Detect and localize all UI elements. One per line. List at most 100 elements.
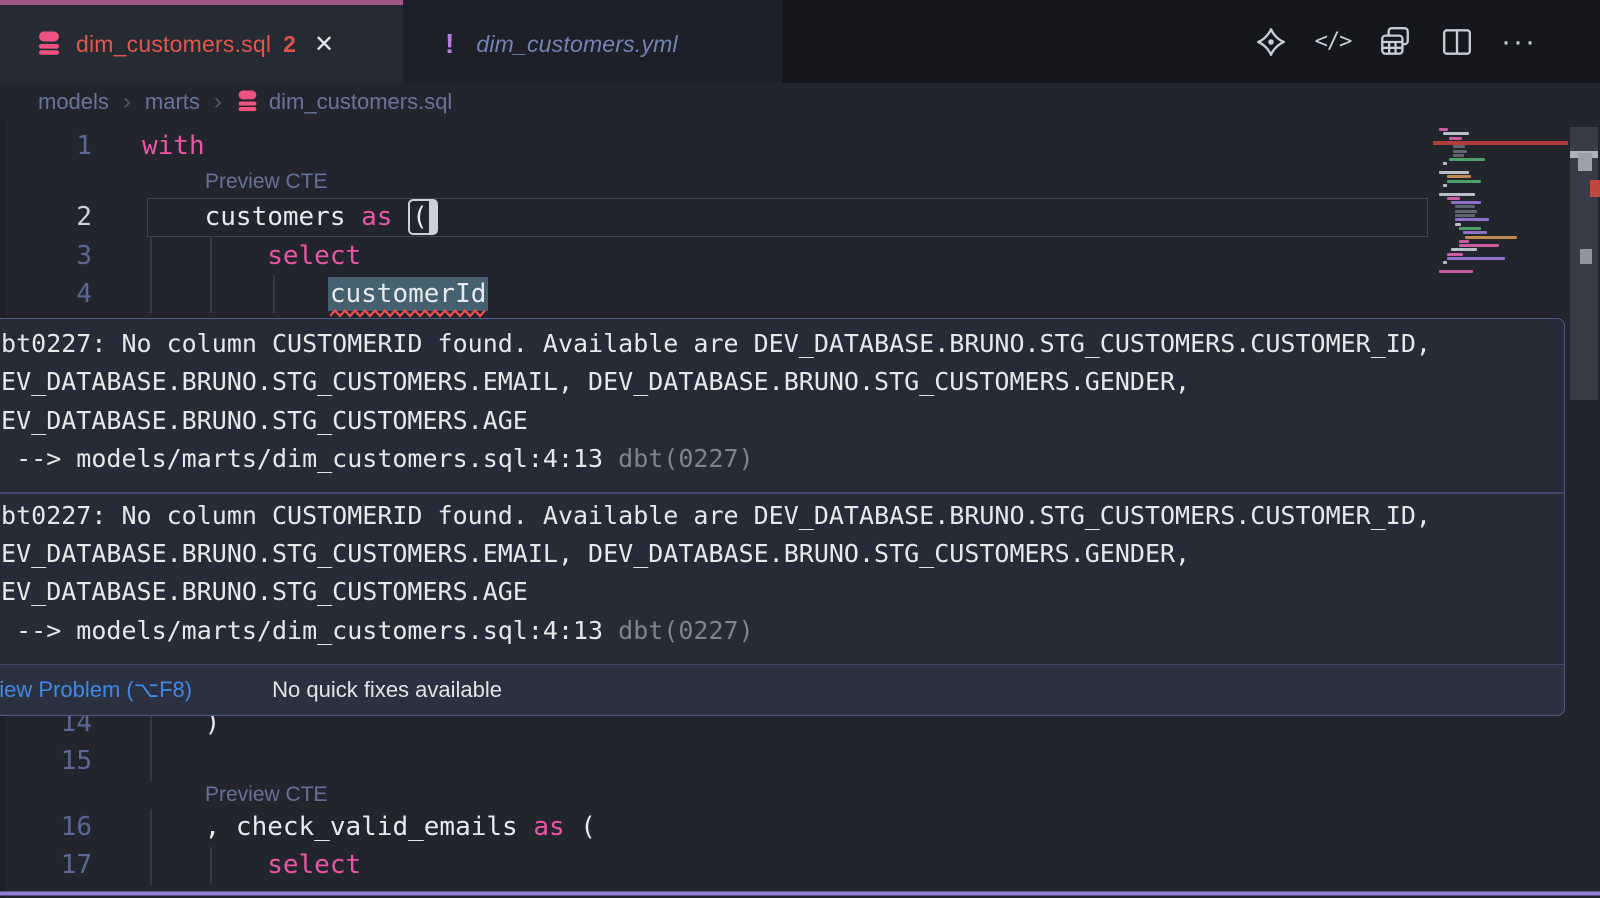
code-line-2[interactable]: 2 customers as ( <box>0 198 1600 236</box>
indent-guide <box>210 236 212 313</box>
dbt-power-user-icon[interactable] <box>1253 24 1289 60</box>
minimap-code-line <box>1463 231 1487 234</box>
view-problem-link[interactable]: View Problem (⌥F8) <box>0 677 192 703</box>
code-text: , check_valid_emails as ( <box>142 808 596 846</box>
code-line-4[interactable]: 4 customerId <box>0 275 1600 313</box>
problem-hover-popup: dbt0227: No column CUSTOMERID found. Ava… <box>0 318 1565 716</box>
query-results-icon[interactable] <box>1377 24 1413 60</box>
minimap-code-line <box>1453 150 1467 153</box>
minimap-code-line <box>1455 223 1461 226</box>
tab-dim-customers-sql[interactable]: dim_customers.sql 2 ✕ <box>0 0 403 83</box>
code-text: select <box>142 846 361 884</box>
hover-status-bar: View Problem (⌥F8) No quick fixes availa… <box>0 664 1564 715</box>
database-file-icon <box>236 89 259 115</box>
minimap-code-line <box>1439 128 1448 131</box>
minimap-code-line <box>1447 257 1505 260</box>
ruler-mark-selection <box>1578 153 1592 171</box>
indent-guide <box>150 236 152 313</box>
code-text: customers as ( <box>142 198 438 236</box>
editor-scrollbar[interactable] <box>1570 127 1598 400</box>
line-number: 15 <box>0 742 92 780</box>
line-number: 3 <box>0 237 92 275</box>
code-text: select <box>142 237 361 275</box>
line-number: 4 <box>0 275 92 313</box>
problem-file-location[interactable]: --> models/marts/dim_customers.sql:4:13 <box>0 444 618 473</box>
minimap-code-line <box>1465 236 1517 239</box>
problem-message-line: dbt0227: No column CUSTOMERID found. Ava… <box>0 497 1559 535</box>
code-text: customerId <box>142 275 486 313</box>
minimap-code-line <box>1459 240 1469 243</box>
minimap-code-line <box>1447 253 1463 256</box>
problem-message: dbt0227: No column CUSTOMERID found. Ava… <box>0 322 1559 492</box>
breadcrumb-file[interactable]: dim_customers.sql <box>236 89 452 115</box>
minimap-code-line <box>1451 248 1477 251</box>
tab-problems-badge: 2 <box>283 31 296 58</box>
minimap-code-line <box>1443 162 1447 165</box>
minimap-code-line <box>1455 214 1475 217</box>
minimap-code-line <box>1443 184 1447 187</box>
code-line-3[interactable]: 3 select <box>0 237 1600 275</box>
tab-dim-customers-yml[interactable]: ! dim_customers.yml <box>403 0 782 83</box>
problem-location-line: --> models/marts/dim_customers.sql:4:13 … <box>0 612 1559 650</box>
database-file-icon <box>36 30 62 59</box>
minimap-code-line <box>1449 137 1462 140</box>
code-line-16[interactable]: 16 , check_valid_emails as ( <box>0 808 1600 846</box>
minimap-code-line <box>1439 171 1469 174</box>
codelens-preview-cte[interactable]: Preview CTE <box>205 784 328 805</box>
code-lines-top: 1withPreview CTE2 customers as (3 select… <box>0 127 1600 314</box>
code-lines-bottom: 14 )15Preview CTE16 , check_valid_emails… <box>0 704 1600 885</box>
minimap-code-line <box>1443 261 1447 264</box>
code-line-15[interactable]: 15 <box>0 742 1600 780</box>
line-number: 17 <box>0 846 92 884</box>
line-number: 1 <box>0 127 92 165</box>
problem-file-location[interactable]: --> models/marts/dim_customers.sql:4:13 <box>0 616 618 645</box>
panel-sash-divider[interactable] <box>0 891 1600 896</box>
minimap-code-line <box>1447 180 1481 183</box>
minimap-code-line <box>1455 205 1475 208</box>
problem-error-code[interactable]: dbt(0227) <box>618 444 753 473</box>
editor-actions-toolbar: </> ··· <box>1253 0 1600 83</box>
codelens-row: Preview CTE <box>0 165 1600 198</box>
minimap-code-line <box>1439 270 1473 273</box>
breadcrumb: models › marts › dim_customers.sql <box>38 83 452 121</box>
breadcrumb-marts[interactable]: marts <box>145 89 200 115</box>
minimap-code-line <box>1439 193 1475 196</box>
minimap-code-line <box>1453 154 1464 157</box>
code-line-17[interactable]: 17 select <box>0 846 1600 884</box>
minimap-code-line <box>1443 132 1469 135</box>
problem-message-line: dbt0227: No column CUSTOMERID found. Ava… <box>0 325 1559 363</box>
split-editor-icon[interactable] <box>1439 24 1475 60</box>
more-actions-icon[interactable]: ··· <box>1501 24 1537 60</box>
indent-guide <box>150 809 152 885</box>
problem-message-line: DEV_DATABASE.BRUNO.STG_CUSTOMERS.AGE <box>0 402 1559 440</box>
code-line-1[interactable]: 1 with <box>0 127 1600 165</box>
breadcrumb-file-label: dim_customers.sql <box>269 89 452 115</box>
problem-location-line: --> models/marts/dim_customers.sql:4:13 … <box>0 440 1559 478</box>
minimap-code-line <box>1451 201 1481 204</box>
tab-close-icon[interactable]: ✕ <box>314 30 334 59</box>
minimap-code-line <box>1449 158 1485 161</box>
tab-label: dim_customers.sql <box>76 31 271 58</box>
minimap-code-line <box>1459 244 1499 247</box>
code-text: with <box>142 127 205 165</box>
problem-error-code[interactable]: dbt(0227) <box>618 616 753 645</box>
minimap-code-line <box>1447 175 1471 178</box>
problem-messages: dbt0227: No column CUSTOMERID found. Ava… <box>0 319 1564 664</box>
tab-label: dim_customers.yml <box>476 31 678 58</box>
codelens-preview-cte[interactable]: Preview CTE <box>205 171 328 192</box>
text-cursor: ( <box>408 199 438 235</box>
minimap-code-line <box>1447 197 1460 200</box>
line-number: 2 <box>0 198 92 236</box>
indent-guide <box>273 275 275 313</box>
chevron-right-icon: › <box>123 88 131 116</box>
ruler-mark-error <box>1590 180 1600 197</box>
minimap-code-line <box>1459 227 1481 230</box>
chevron-right-icon: › <box>214 88 222 116</box>
minimap-code-line <box>1455 210 1477 213</box>
breadcrumb-models[interactable]: models <box>38 89 109 115</box>
compiled-code-icon[interactable]: </> <box>1315 24 1351 60</box>
error-squiggle-word: customerId <box>330 279 487 309</box>
codelens-row: Preview CTE <box>0 781 1600 808</box>
indent-guide <box>210 847 212 885</box>
minimap-code-line <box>1455 218 1489 221</box>
